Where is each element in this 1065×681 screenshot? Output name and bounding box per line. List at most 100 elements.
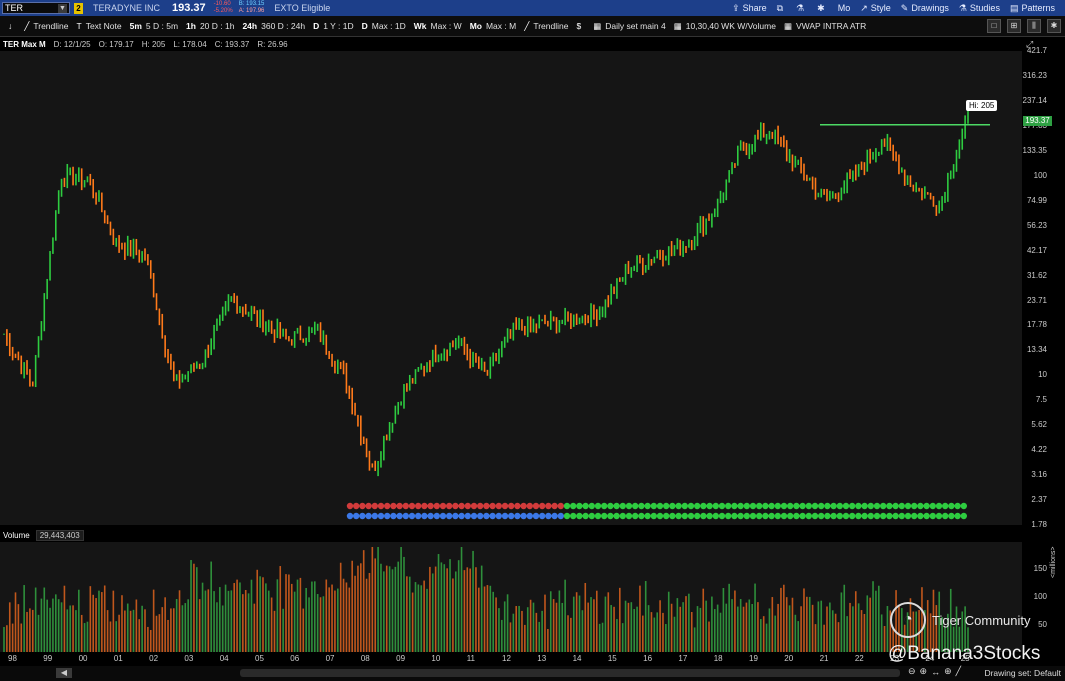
dividend-marker[interactable] xyxy=(731,512,738,520)
dividend-marker[interactable] xyxy=(532,512,540,520)
dividend-marker[interactable] xyxy=(377,512,385,520)
event-marker[interactable] xyxy=(439,502,447,510)
event-marker[interactable] xyxy=(681,502,688,510)
dividend-marker[interactable] xyxy=(644,512,651,520)
event-marker[interactable] xyxy=(836,502,843,510)
event-marker[interactable] xyxy=(464,502,471,510)
event-marker[interactable] xyxy=(824,502,831,510)
event-marker[interactable] xyxy=(954,502,961,510)
event-marker[interactable] xyxy=(638,502,645,510)
dividend-marker[interactable] xyxy=(470,512,478,520)
link-badge[interactable]: 2 xyxy=(74,2,83,14)
event-marker[interactable] xyxy=(712,502,719,510)
event-marker[interactable] xyxy=(433,502,440,510)
event-marker[interactable] xyxy=(756,502,763,510)
event-marker[interactable] xyxy=(917,502,924,510)
dividend-marker[interactable] xyxy=(545,512,552,520)
event-marker[interactable] xyxy=(904,502,912,510)
dividend-marker[interactable] xyxy=(923,512,930,520)
symbol-dropdown-icon[interactable]: ▼ xyxy=(58,3,67,13)
event-marker[interactable] xyxy=(514,502,521,510)
time-axis[interactable]: 98 99 00 01 02 03 04 05 06 07 08 09 10 11 12 13 14 15 16 17… xyxy=(0,652,1022,666)
event-marker[interactable] xyxy=(644,502,651,510)
dividend-marker[interactable] xyxy=(743,512,750,520)
event-marker[interactable] xyxy=(811,502,819,510)
volume-chart[interactable] xyxy=(0,542,1022,652)
dividend-marker[interactable] xyxy=(917,512,924,520)
dividend-marker[interactable] xyxy=(582,512,589,520)
event-marker[interactable] xyxy=(495,502,502,510)
event-marker[interactable] xyxy=(483,502,490,510)
event-marker[interactable] xyxy=(520,502,527,510)
dividend-marker[interactable] xyxy=(762,512,769,520)
dividend-marker[interactable] xyxy=(601,512,608,520)
dividend-marker[interactable] xyxy=(607,512,614,520)
event-marker[interactable] xyxy=(582,502,589,510)
event-marker[interactable] xyxy=(873,502,881,510)
textnote-button[interactable]: T Text Note xyxy=(77,21,122,31)
dividend-marker[interactable] xyxy=(588,512,595,520)
dividend-marker[interactable] xyxy=(898,512,905,520)
period-max-d[interactable]: D Max : 1D xyxy=(362,21,406,31)
dividend-marker[interactable] xyxy=(576,512,583,520)
event-marker[interactable] xyxy=(588,502,595,510)
event-marker[interactable] xyxy=(384,502,391,510)
drawing-set[interactable]: Drawing set: Default xyxy=(984,668,1061,678)
period-1y[interactable]: D1 Y : 1D xyxy=(313,21,354,31)
dividend-marker[interactable] xyxy=(638,512,645,520)
event-marker[interactable] xyxy=(539,502,546,510)
event-marker[interactable] xyxy=(532,502,540,510)
dividend-marker[interactable] xyxy=(427,512,434,520)
event-marker[interactable] xyxy=(415,502,422,510)
dividend-marker[interactable] xyxy=(867,512,874,520)
event-marker[interactable] xyxy=(663,502,670,510)
dividend-marker[interactable] xyxy=(935,512,943,520)
dividend-marker[interactable] xyxy=(886,512,893,520)
event-marker[interactable] xyxy=(731,502,738,510)
mo-button[interactable]: Mo xyxy=(838,3,851,13)
event-marker[interactable] xyxy=(898,502,905,510)
event-marker[interactable] xyxy=(706,502,713,510)
event-marker[interactable] xyxy=(768,502,775,510)
event-marker[interactable] xyxy=(749,502,757,510)
event-marker[interactable] xyxy=(725,502,732,510)
daily-set-button[interactable]: ▦ Daily set main 4 xyxy=(593,21,666,32)
event-marker[interactable] xyxy=(960,502,967,510)
detach-button[interactable]: ⧉ xyxy=(777,3,786,14)
dividend-marker[interactable] xyxy=(625,512,633,520)
dividend-marker[interactable] xyxy=(774,512,781,520)
event-marker[interactable] xyxy=(694,502,701,510)
dividend-marker[interactable] xyxy=(799,512,806,520)
dividend-marker[interactable] xyxy=(749,512,757,520)
event-marker[interactable] xyxy=(390,502,397,510)
chart-settings-icon[interactable]: ✱ xyxy=(1047,19,1061,33)
dividend-marker[interactable] xyxy=(880,512,887,520)
event-marker[interactable] xyxy=(470,502,478,510)
dividend-marker[interactable] xyxy=(725,512,732,520)
event-marker[interactable] xyxy=(551,502,558,510)
crosshair-icon[interactable]: ⊕ xyxy=(944,666,952,677)
dividend-marker[interactable] xyxy=(737,512,744,520)
vwap-button[interactable]: ▦ VWAP INTRA ATR xyxy=(784,21,866,32)
dividend-marker[interactable] xyxy=(663,512,670,520)
cursor-button[interactable]: ↓ xyxy=(8,21,16,31)
event-marker[interactable] xyxy=(607,502,614,510)
dividend-marker[interactable] xyxy=(346,512,354,520)
dividend-marker[interactable] xyxy=(694,512,701,520)
event-marker[interactable] xyxy=(762,502,769,510)
studies-button[interactable]: ⚗ Studies xyxy=(959,3,1000,14)
event-marker[interactable] xyxy=(346,502,354,510)
dividend-marker[interactable] xyxy=(402,512,409,520)
share-button[interactable]: ⇪ Share xyxy=(732,3,767,14)
dividend-marker[interactable] xyxy=(700,512,707,520)
event-marker[interactable] xyxy=(601,502,608,510)
patterns-button[interactable]: ▤ Patterns xyxy=(1010,3,1055,14)
event-marker[interactable] xyxy=(892,502,899,510)
event-marker[interactable] xyxy=(737,502,744,510)
event-marker[interactable] xyxy=(489,502,496,510)
dividend-marker[interactable] xyxy=(948,512,955,520)
dividend-marker[interactable] xyxy=(712,512,719,520)
dividend-marker[interactable] xyxy=(551,512,558,520)
event-marker[interactable] xyxy=(427,502,434,510)
dividend-marker[interactable] xyxy=(563,512,571,520)
